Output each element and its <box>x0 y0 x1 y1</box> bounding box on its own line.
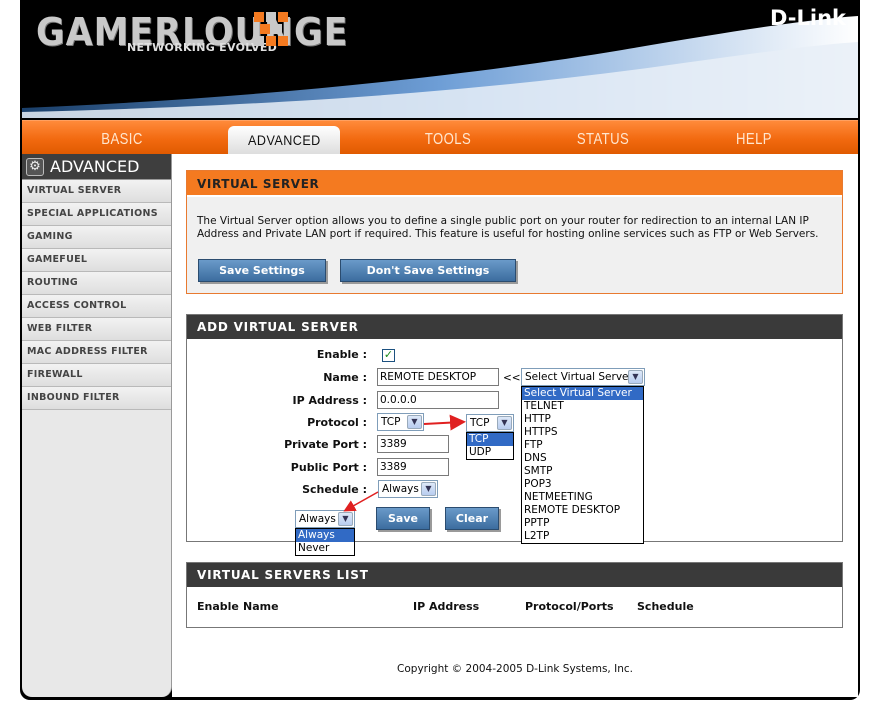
sidebar-title-label: ADVANCED <box>50 157 140 176</box>
column-ip-address: IP Address <box>413 600 480 613</box>
dropdown-option[interactable]: DNS <box>522 452 643 465</box>
tab-status[interactable]: STATUS <box>569 126 638 155</box>
public-port-label: Public Port : <box>290 461 367 474</box>
tab-basic[interactable]: BASIC <box>88 126 157 155</box>
virtual-server-dropdown-list: Select Virtual Server TELNET HTTP HTTPS … <box>521 386 644 544</box>
dropdown-option[interactable]: SMTP <box>522 465 643 478</box>
sidebar-item-special-applications[interactable]: SPECIAL APPLICATIONS <box>22 203 171 226</box>
dropdown-option[interactable]: Always <box>296 529 354 542</box>
copy-name-arrow[interactable]: << <box>503 372 521 384</box>
schedule-select-value: Always <box>382 483 419 495</box>
dropdown-option[interactable]: PPTP <box>522 517 643 530</box>
protocol-dropdown-list: TCP UDP <box>466 432 514 460</box>
dropdown-option[interactable]: POP3 <box>522 478 643 491</box>
dropdown-option[interactable]: Never <box>296 542 354 555</box>
chevron-down-icon: ▼ <box>497 416 512 430</box>
dropdown-option[interactable]: HTTPS <box>522 426 643 439</box>
sidebar-item-web-filter[interactable]: WEB FILTER <box>22 318 171 341</box>
list-section-title: VIRTUAL SERVERS LIST <box>187 563 842 587</box>
copyright-text: Copyright © 2004-2005 D-Link Systems, In… <box>397 663 633 675</box>
schedule-popup-value: Always <box>299 513 336 525</box>
header-banner: GAMERLOUNGE NETWORKING EVOLVED D-Link <box>22 0 858 118</box>
protocol-select-value: TCP <box>381 416 401 428</box>
name-input[interactable]: REMOTE DESKTOP <box>377 368 499 386</box>
sidebar-item-inbound-filter[interactable]: INBOUND FILTER <box>22 387 171 410</box>
column-protocol-ports: Protocol/Ports <box>525 600 614 613</box>
main-content: VIRTUAL SERVER The Virtual Server option… <box>172 154 858 697</box>
private-port-input[interactable]: 3389 <box>377 435 449 453</box>
protocol-popup-select[interactable]: TCP ▼ <box>466 414 514 432</box>
dlink-brand: D-Link <box>769 6 846 30</box>
dropdown-option[interactable]: NETMEETING <box>522 491 643 504</box>
virtual-servers-list-section: VIRTUAL SERVERS LIST Enable Name IP Addr… <box>186 562 843 628</box>
schedule-label: Schedule : <box>302 483 367 496</box>
chevron-down-icon: ▼ <box>421 482 436 496</box>
add-virtual-server-section: ADD VIRTUAL SERVER Enable : ✓ Name : REM… <box>186 314 843 542</box>
sidebar-title: ⚙ ADVANCED <box>22 154 171 180</box>
section-title: VIRTUAL SERVER <box>187 171 842 197</box>
virtual-server-section: VIRTUAL SERVER The Virtual Server option… <box>186 170 843 294</box>
virtual-server-select-value: Select Virtual Server <box>525 371 633 383</box>
save-settings-button[interactable]: Save Settings <box>198 259 326 282</box>
ip-address-input[interactable]: 0.0.0.0 <box>377 391 499 409</box>
schedule-dropdown-list: Always Never <box>295 528 355 556</box>
tab-help[interactable]: HELP <box>720 126 789 155</box>
logo-squares-icon <box>254 12 288 46</box>
sidebar-item-routing[interactable]: ROUTING <box>22 272 171 295</box>
column-name: Name <box>243 600 279 613</box>
dropdown-option[interactable]: HTTP <box>522 413 643 426</box>
enable-label: Enable : <box>316 348 367 361</box>
column-schedule: Schedule <box>637 600 694 613</box>
dropdown-option[interactable]: REMOTE DESKTOP <box>522 504 643 517</box>
gear-icon: ⚙ <box>26 157 44 176</box>
save-button[interactable]: Save <box>376 507 430 530</box>
sidebar-item-firewall[interactable]: FIREWALL <box>22 364 171 387</box>
sidebar-item-virtual-server[interactable]: VIRTUAL SERVER <box>22 180 171 203</box>
sidebar-item-access-control[interactable]: ACCESS CONTROL <box>22 295 171 318</box>
dropdown-option[interactable]: TCP <box>467 433 513 446</box>
add-section-title: ADD VIRTUAL SERVER <box>187 315 842 339</box>
dropdown-option[interactable]: L2TP <box>522 530 643 543</box>
sidebar: ⚙ ADVANCED VIRTUAL SERVER SPECIAL APPLIC… <box>22 154 172 697</box>
tab-tools[interactable]: TOOLS <box>414 126 483 155</box>
dropdown-option[interactable]: Select Virtual Server <box>522 387 643 400</box>
chevron-down-icon: ▼ <box>628 370 643 384</box>
ip-address-label: IP Address : <box>292 394 367 407</box>
sidebar-item-gamefuel[interactable]: GAMEFUEL <box>22 249 171 272</box>
schedule-popup-select[interactable]: Always ▼ <box>295 510 355 528</box>
tab-advanced-label: ADVANCED <box>247 132 321 148</box>
sidebar-item-mac-address-filter[interactable]: MAC ADDRESS FILTER <box>22 341 171 364</box>
name-label: Name : <box>323 371 367 384</box>
schedule-select[interactable]: Always ▼ <box>378 480 438 498</box>
protocol-popup-value: TCP <box>470 417 490 429</box>
virtual-server-select[interactable]: Select Virtual Server ▼ <box>521 368 645 386</box>
dropdown-option[interactable]: FTP <box>522 439 643 452</box>
section-description: The Virtual Server option allows you to … <box>197 215 819 240</box>
dropdown-option[interactable]: TELNET <box>522 400 643 413</box>
sidebar-item-gaming[interactable]: GAMING <box>22 226 171 249</box>
main-tab-bar: BASIC ADVANCED TOOLS STATUS HELP <box>22 120 858 155</box>
public-port-input[interactable]: 3389 <box>377 458 449 476</box>
dropdown-option[interactable]: UDP <box>467 446 513 459</box>
chevron-down-icon: ▼ <box>338 512 353 526</box>
protocol-label: Protocol : <box>307 416 367 429</box>
private-port-label: Private Port : <box>284 438 367 451</box>
protocol-select[interactable]: TCP ▼ <box>377 413 424 431</box>
clear-button[interactable]: Clear <box>445 507 499 530</box>
tab-advanced[interactable]: ADVANCED <box>228 126 340 155</box>
chevron-down-icon: ▼ <box>407 415 422 429</box>
column-enable: Enable <box>197 600 239 613</box>
enable-checkbox[interactable]: ✓ <box>382 349 395 362</box>
dont-save-settings-button[interactable]: Don't Save Settings <box>340 259 516 282</box>
